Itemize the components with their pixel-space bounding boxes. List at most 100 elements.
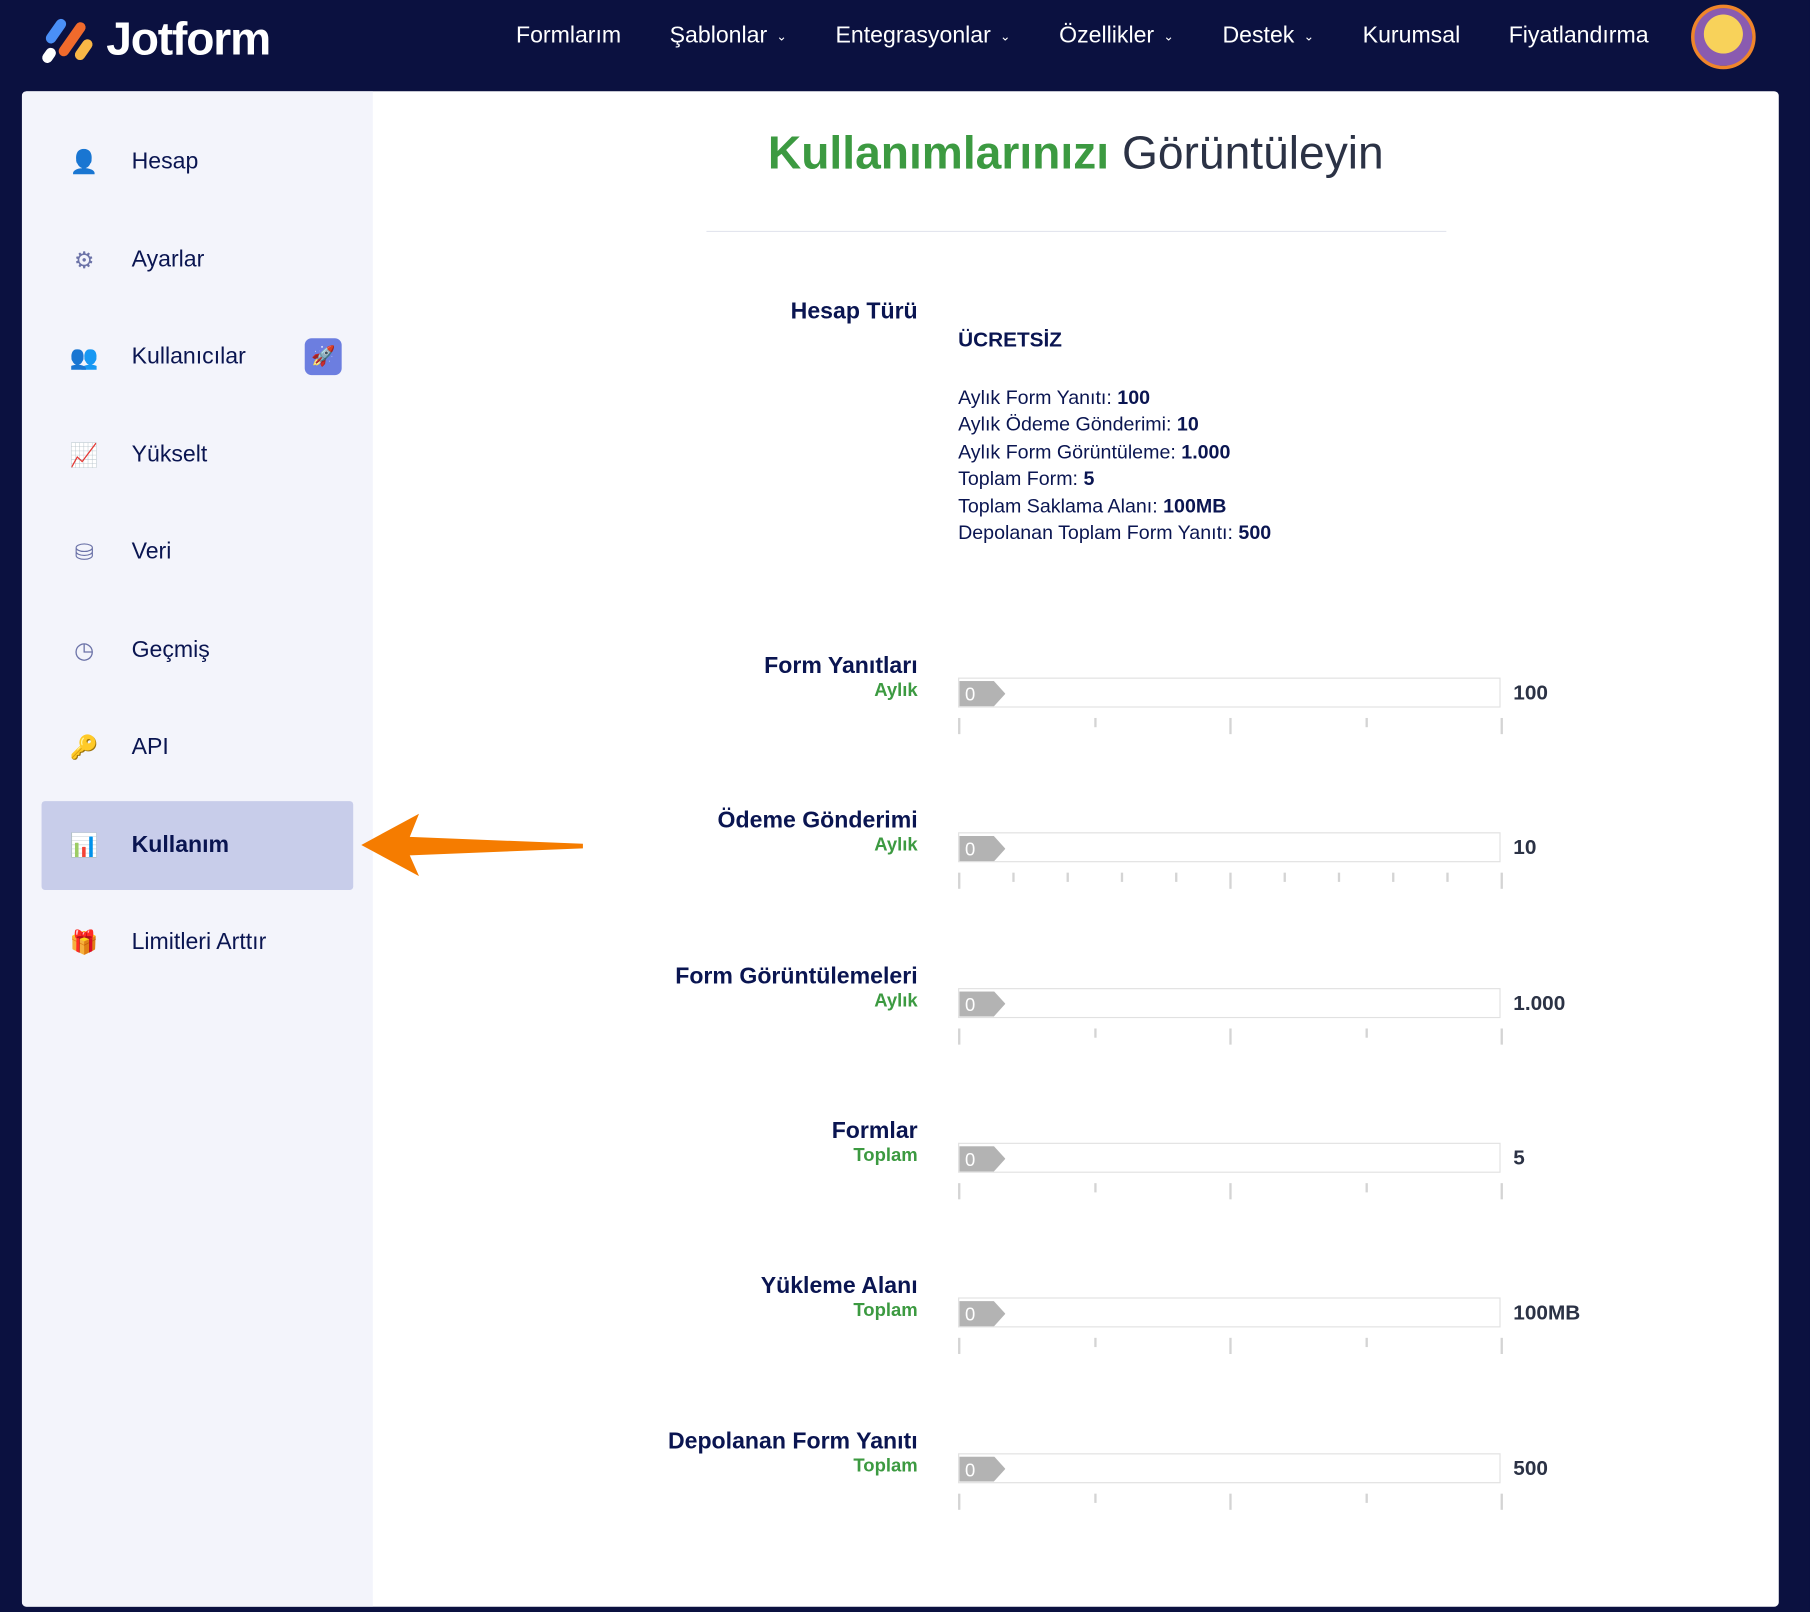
sidebar-item-label: Yükselt — [131, 441, 208, 467]
tick — [1093, 1338, 1097, 1348]
tick — [1093, 1028, 1097, 1038]
tick — [1500, 1493, 1503, 1510]
tick — [1364, 717, 1368, 728]
sidebar-item-3[interactable]: 📈 Yükselt — [42, 410, 354, 499]
limit-line: Aylık Ödeme Gönderimi: 10 — [958, 411, 1271, 438]
usage-max: 5 — [1513, 1146, 1525, 1170]
usage-fill: 0 — [959, 836, 1006, 862]
title-rest: Görüntüleyin — [1121, 128, 1384, 179]
nav-item-5[interactable]: Kurumsal — [1363, 23, 1461, 50]
tick — [1337, 872, 1341, 883]
tick — [1093, 1183, 1097, 1193]
tick — [1500, 1338, 1503, 1355]
sidebar-item-label: Kullanıcılar — [131, 343, 246, 370]
usage-ticks — [958, 1183, 1503, 1200]
usage-max: 10 — [1513, 836, 1537, 860]
nav-item-1[interactable]: Şablonlar ⌄ — [670, 23, 787, 50]
title-highlight: Kullanımlarınızı — [767, 128, 1110, 179]
brand-name: Jotform — [106, 13, 271, 65]
usage-bar: 0 — [958, 1142, 1501, 1173]
tick — [1364, 1493, 1368, 1503]
upgrade-chart-icon: 📈 — [69, 442, 99, 469]
nav-item-2[interactable]: Entegrasyonlar ⌄ — [836, 23, 1011, 50]
tick — [1093, 1493, 1097, 1503]
limit-line: Aylık Form Yanıtı: 100 — [958, 384, 1271, 411]
nav-item-4[interactable]: Destek ⌄ — [1222, 23, 1314, 50]
database-icon: ⛁ — [74, 540, 94, 566]
sidebar-item-7[interactable]: 📊 Kullanım — [41, 800, 354, 890]
tick — [1500, 717, 1503, 735]
usage-period: Toplam — [853, 1301, 918, 1321]
nav-item-3[interactable]: Özellikler ⌄ — [1059, 23, 1174, 50]
nav-label: Fiyatlandırma — [1508, 23, 1649, 49]
key-icon: 🔑 — [69, 735, 99, 761]
tick — [1364, 1028, 1368, 1038]
usage-label: Form Görüntülemeleri Aylık — [675, 963, 917, 1014]
chevron-down-icon: ⌄ — [1163, 30, 1174, 44]
chevron-down-icon: ⌄ — [776, 30, 788, 44]
sidebar-item-2[interactable]: 👥 Kullanıcılar 🚀 — [42, 313, 354, 402]
limit-value: 100 — [1117, 386, 1151, 409]
main-menu: Formlarım Şablonlar ⌄ Entegrasyonlar ⌄ Özelli… — [516, 23, 1697, 50]
usage-title: Form Görüntülemeleri — [675, 963, 918, 989]
limit-key: Aylık Ödeme Gönderimi: — [958, 413, 1172, 436]
rocket-icon[interactable]: 🚀 — [304, 338, 342, 376]
usage-fill: 0 — [959, 1456, 1006, 1482]
tick — [1283, 872, 1286, 883]
sidebar-item-8[interactable]: 🎁 Limitleri Arttır — [42, 898, 354, 987]
sidebar-item-1[interactable]: ⚙ Ayarlar — [42, 215, 354, 304]
jotform-logo[interactable]: Jotform — [39, 13, 271, 66]
tick — [1392, 872, 1395, 883]
tick — [958, 717, 961, 735]
sidebar-item-6[interactable]: 🔑 API — [42, 703, 354, 792]
usage-title: Yükleme Alanı — [760, 1273, 918, 1299]
tick — [1120, 872, 1124, 883]
tick — [1012, 872, 1015, 883]
nav-label: Entegrasyonlar — [835, 23, 991, 49]
gift-icon: 🎁 — [69, 930, 99, 956]
tick — [1175, 872, 1178, 883]
usage-label: Formlar Toplam — [832, 1118, 918, 1169]
usage-label: Ödeme Gönderimi Aylık — [718, 808, 918, 859]
usage-bar: 0 — [958, 1297, 1501, 1328]
usage-title: Form Yanıtları — [764, 653, 918, 679]
tick — [1500, 872, 1503, 890]
sidebar-item-label: Hesap — [131, 148, 199, 175]
user-icon: 👤 — [69, 150, 99, 176]
sidebar-item-0[interactable]: 👤 Hesap — [42, 118, 354, 207]
usage-title: Formlar — [831, 1118, 918, 1144]
nav-label: Destek — [1222, 23, 1295, 49]
avatar[interactable] — [1691, 4, 1756, 70]
usage-period: Aylık — [874, 991, 918, 1011]
usage-ticks — [958, 1338, 1503, 1355]
usage-label: Depolanan Form Yanıtı Toplam — [668, 1428, 918, 1479]
tick — [1500, 1183, 1503, 1200]
tick — [958, 872, 961, 890]
pointer-arrow-icon — [361, 813, 583, 877]
tick — [1229, 872, 1232, 890]
limit-value: 5 — [1083, 467, 1095, 490]
limit-line: Toplam Form: 5 — [958, 465, 1271, 492]
limit-key: Toplam Saklama Alanı: — [958, 494, 1158, 517]
sidebar-item-5[interactable]: ◷ Geçmiş — [42, 605, 354, 694]
tick — [958, 1028, 961, 1045]
tick — [1364, 1338, 1368, 1348]
limit-key: Aylık Form Yanıtı: — [958, 386, 1112, 409]
nav-label: Formlarım — [515, 23, 622, 49]
limit-line: Aylık Form Görüntüleme: 1.000 — [958, 438, 1271, 465]
sidebar-item-label: API — [131, 734, 169, 760]
usage-period: Aylık — [874, 681, 918, 701]
tick — [1229, 717, 1232, 735]
usage-bar: 0 — [958, 1452, 1501, 1483]
nav-item-0[interactable]: Formlarım — [516, 23, 621, 50]
limit-value: 10 — [1176, 413, 1199, 436]
plan-details: ÜCRETSİZ Aylık Form Yanıtı: 100 Aylık Öde… — [958, 327, 1271, 547]
sidebar-item-4[interactable]: ⛁ Veri — [42, 508, 354, 597]
tick — [1500, 1028, 1503, 1045]
chevron-down-icon: ⌄ — [1303, 30, 1315, 44]
nav-item-6[interactable]: Fiyatlandırma — [1509, 23, 1649, 50]
usage-bar: 0 — [958, 832, 1501, 863]
limit-key: Toplam Form: — [958, 467, 1079, 490]
sidebar-item-label: Kullanım — [131, 831, 230, 858]
usage-label: Yükleme Alanı Toplam — [761, 1273, 918, 1324]
